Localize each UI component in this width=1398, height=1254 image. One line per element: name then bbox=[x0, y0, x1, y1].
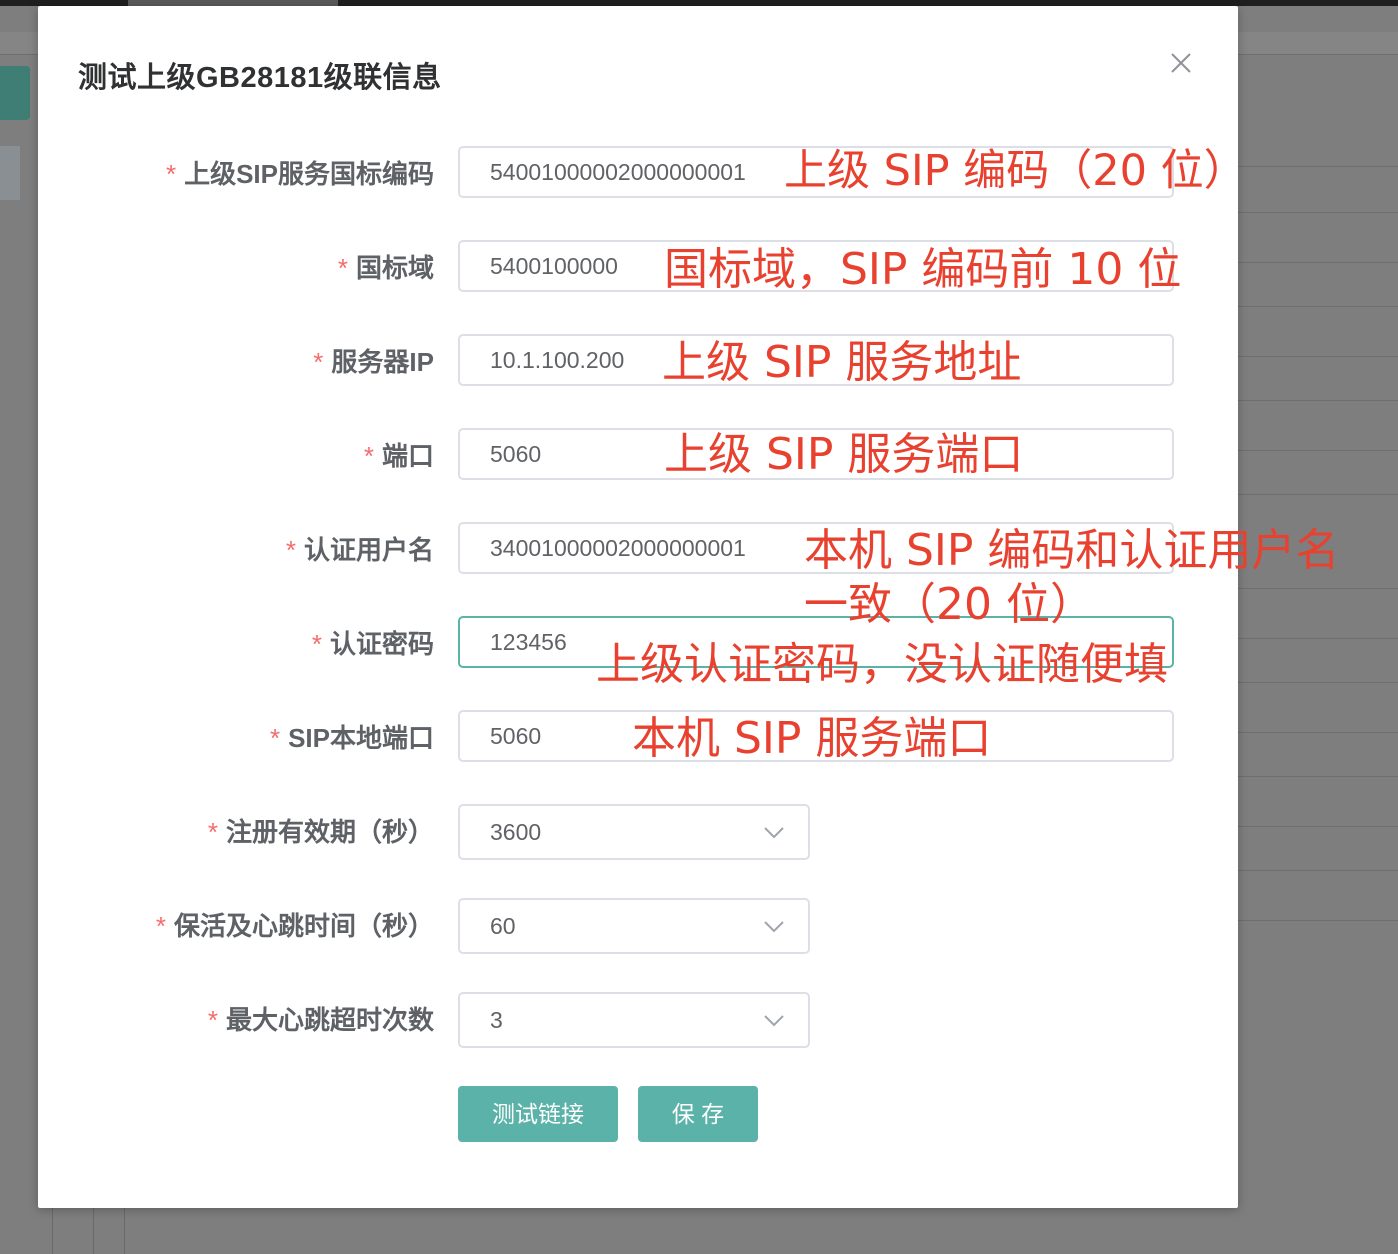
background-table-row bbox=[1238, 826, 1398, 827]
keepalive-select[interactable]: 60 bbox=[458, 898, 810, 954]
form-row-max-timeout: * 最大心跳超时次数 3 bbox=[38, 992, 1238, 1048]
annotation-password: 上级认证密码，没认证随便填 bbox=[596, 639, 1168, 690]
field-label-text: SIP本地端口 bbox=[288, 723, 434, 753]
field-label: * 端口 bbox=[364, 428, 434, 484]
annotation-local-port: 本机 SIP 服务端口 bbox=[632, 713, 992, 764]
field-label: * 注册有效期（秒） bbox=[208, 804, 434, 860]
required-mark: * bbox=[207, 1005, 218, 1035]
field-label-text: 国标域 bbox=[355, 253, 434, 283]
max-timeout-select[interactable]: 3 bbox=[458, 992, 810, 1048]
field-label-text: 注册有效期（秒） bbox=[225, 817, 434, 847]
form-row-port: * 端口 bbox=[38, 428, 1238, 484]
required-mark: * bbox=[269, 723, 281, 753]
required-mark: * bbox=[313, 347, 324, 377]
field-label: * 保活及心跳时间（秒） bbox=[156, 898, 434, 954]
background-table-row bbox=[1238, 306, 1398, 307]
form-row-server-ip: * 服务器IP bbox=[38, 334, 1238, 390]
select-value: 3600 bbox=[490, 819, 542, 845]
select-value: 3 bbox=[490, 1007, 503, 1033]
required-mark: * bbox=[363, 441, 374, 471]
field-label-text: 最大心跳超时次数 bbox=[225, 1005, 434, 1035]
required-mark: * bbox=[285, 535, 296, 565]
background-action-button[interactable] bbox=[0, 66, 30, 120]
background-table-row bbox=[1238, 166, 1398, 167]
field-label: * 国标域 bbox=[338, 240, 434, 296]
annotation-domain: 国标域，SIP 编码前 10 位 bbox=[664, 244, 1182, 295]
field-label-text: 认证用户名 bbox=[303, 535, 434, 565]
form-row-register-expiry: * 注册有效期（秒） 3600 bbox=[38, 804, 1238, 860]
form-row-keepalive: * 保活及心跳时间（秒） 60 bbox=[38, 898, 1238, 954]
field-label-text: 服务器IP bbox=[331, 347, 434, 377]
background-table-row bbox=[1238, 588, 1398, 589]
annotation-sip-server-id: 上级 SIP 编码（20 位） bbox=[784, 146, 1247, 196]
background-sidebar-item[interactable] bbox=[0, 146, 20, 200]
annotation-username-line2: 一致（20 位） bbox=[804, 579, 1094, 630]
required-mark: * bbox=[207, 817, 218, 847]
required-mark: * bbox=[337, 253, 348, 283]
background-table-row bbox=[1238, 212, 1398, 213]
field-label: * SIP本地端口 bbox=[270, 710, 434, 766]
annotation-server-ip: 上级 SIP 服务地址 bbox=[662, 337, 1022, 388]
chevron-down-icon bbox=[764, 921, 784, 933]
field-label: * 认证用户名 bbox=[286, 522, 434, 578]
background-column-divider bbox=[124, 1208, 125, 1254]
required-mark: * bbox=[165, 159, 177, 189]
chevron-down-icon bbox=[764, 1015, 784, 1027]
save-button[interactable]: 保 存 bbox=[638, 1086, 758, 1142]
background-table-row bbox=[1238, 870, 1398, 871]
required-mark: * bbox=[155, 911, 166, 941]
background-table-row bbox=[1238, 356, 1398, 357]
background-table-row bbox=[1238, 776, 1398, 777]
select-value: 60 bbox=[490, 913, 516, 939]
background-table-row bbox=[1238, 262, 1398, 263]
background-table-row bbox=[1238, 638, 1398, 639]
annotation-port: 上级 SIP 服务端口 bbox=[664, 429, 1024, 480]
field-label-text: 上级SIP服务国标编码 bbox=[184, 159, 434, 189]
dialog-title: 测试上级GB28181级联信息 bbox=[78, 62, 442, 94]
close-icon[interactable] bbox=[1168, 50, 1194, 76]
background-table-row bbox=[1238, 732, 1398, 733]
field-label: * 最大心跳超时次数 bbox=[208, 992, 434, 1048]
background-column-divider bbox=[93, 1208, 94, 1254]
test-connection-button[interactable]: 测试链接 bbox=[458, 1086, 618, 1142]
background-table-row bbox=[1238, 494, 1398, 495]
field-label-text: 认证密码 bbox=[329, 629, 434, 659]
chevron-down-icon bbox=[764, 827, 784, 839]
required-mark: * bbox=[311, 629, 322, 659]
field-label: * 服务器IP bbox=[313, 334, 434, 390]
background-column-divider bbox=[52, 1208, 53, 1254]
register-expiry-select[interactable]: 3600 bbox=[458, 804, 810, 860]
field-label: * 上级SIP服务国标编码 bbox=[166, 146, 434, 202]
field-label-text: 保活及心跳时间（秒） bbox=[173, 911, 434, 941]
background-table-row bbox=[1238, 682, 1398, 683]
annotation-username-line1: 本机 SIP 编码和认证用户名 bbox=[804, 525, 1340, 576]
field-label-text: 端口 bbox=[381, 441, 434, 471]
field-label: * 认证密码 bbox=[312, 616, 434, 672]
background-table-row bbox=[1238, 920, 1398, 921]
background-table-row bbox=[1238, 450, 1398, 451]
background-table-row bbox=[1238, 400, 1398, 401]
